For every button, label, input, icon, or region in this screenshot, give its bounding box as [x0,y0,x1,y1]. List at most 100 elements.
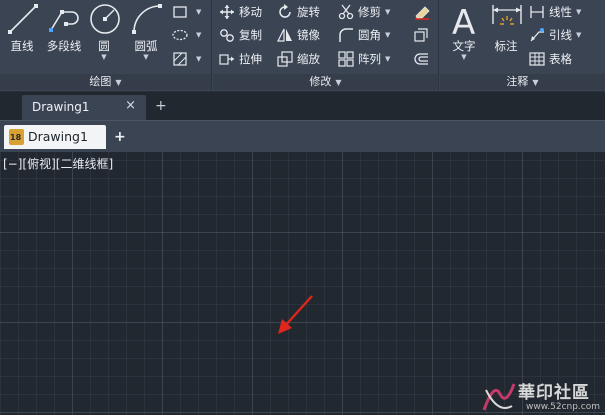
circle-icon [90,4,120,34]
rotate-button[interactable]: 旋转 [277,1,320,23]
polyline-icon [49,10,79,32]
ellipse-button[interactable]: ▼ [172,24,201,46]
linear-dimension-button[interactable]: 线性 ▼ [529,1,581,23]
rectangle-icon [172,4,188,20]
draw-panel: 直线 多段线 圆 ▼ 圆弧 ▼ ▼ ▼ ▼ 绘图 ▼ [0,0,212,92]
move-label: 移动 [239,5,262,19]
move-button[interactable]: 移动 [219,1,262,23]
doc-tab-drawing1[interactable]: Drawing1 [4,125,106,149]
dimension-label: 标注 [494,39,518,53]
copy-label: 复制 [239,28,262,42]
eraser-icon [413,4,430,20]
table-button[interactable]: 表格 [529,48,572,70]
array-dropdown-icon[interactable]: ▼ [385,55,390,63]
fillet-label: 圆角 [358,28,381,42]
autocad-app-icon [9,129,24,145]
stretch-icon [219,51,235,67]
ellipse-dropdown-icon[interactable]: ▼ [196,31,201,39]
annotation-panel-title-text: 注释 [506,75,529,88]
draw-panel-title[interactable]: 绘图 ▼ [0,74,211,90]
text-dropdown-icon[interactable]: ▼ [444,53,484,61]
hatch-icon [172,51,188,67]
annotation-panel: A 文字 ▼ 标注 线性 ▼ 引线 ▼ 表格 注释 ▼ [440,0,605,92]
line-icon [8,4,38,34]
arc-label: 圆弧 [134,39,158,53]
trim-label: 修剪 [358,5,381,19]
array-button[interactable]: 阵列 ▼ [338,48,390,70]
arc-dropdown-icon[interactable]: ▼ [126,53,166,61]
mirror-label: 镜像 [297,28,320,42]
hatch-dropdown-icon[interactable]: ▼ [196,55,201,63]
file-tab-label: Drawing1 [32,100,90,114]
mirror-button[interactable]: 镜像 [277,24,320,46]
line-button[interactable]: 直线 [2,0,42,60]
explode-icon [413,27,429,43]
offset-icon [413,51,429,67]
linear-label: 线性 [549,5,572,19]
trim-dropdown-icon[interactable]: ▼ [385,8,390,16]
move-icon [219,4,235,20]
dimension-icon [492,5,522,25]
ribbon: 直线 多段线 圆 ▼ 圆弧 ▼ ▼ ▼ ▼ 绘图 ▼ 移动 旋转 修剪 ▼ 复制… [0,0,605,92]
stretch-button[interactable]: 拉伸 [219,48,262,70]
drawing-canvas[interactable] [0,152,605,415]
copy-button[interactable]: 复制 [219,24,262,46]
arc-button[interactable]: 圆弧 ▼ [126,0,166,61]
dimension-button[interactable]: 标注 [486,0,526,60]
ellipse-icon [172,27,188,43]
modify-panel-caret-icon: ▼ [335,78,342,87]
leader-icon [529,27,545,43]
rotate-icon [277,4,293,20]
fillet-dropdown-icon[interactable]: ▼ [385,31,390,39]
watermark-text: 華印社區 [518,383,590,403]
copy-icon [219,27,235,43]
table-label: 表格 [549,52,572,66]
mirror-icon [277,27,293,43]
linear-dropdown-icon[interactable]: ▼ [576,8,581,16]
watermark-logo-icon [482,383,516,411]
linear-dimension-icon [529,4,545,20]
doc-tab-label: Drawing1 [28,129,88,144]
watermark: 華印社區 www.52cnp.com [478,378,605,415]
hatch-button[interactable]: ▼ [172,48,201,70]
explode-button[interactable] [413,24,433,46]
leader-button[interactable]: 引线 ▼ [529,24,581,46]
scale-label: 缩放 [297,52,320,66]
new-tab-plus-icon[interactable]: + [155,98,167,114]
close-icon[interactable]: × [125,98,136,113]
stretch-label: 拉伸 [239,52,262,66]
fillet-button[interactable]: 圆角 ▼ [338,24,390,46]
modify-panel: 移动 旋转 修剪 ▼ 复制 镜像 圆角 ▼ 拉伸 缩放 阵列 ▼ 修改 ▼ [213,0,439,92]
annotation-panel-title[interactable]: 注释 ▼ [440,74,605,90]
draw-panel-caret-icon: ▼ [115,78,122,87]
table-icon [529,51,545,67]
array-icon [338,51,354,67]
svg-text:A: A [452,3,475,38]
modify-panel-title[interactable]: 修改 ▼ [213,74,438,90]
offset-button[interactable] [413,48,433,70]
file-tab-drawing1[interactable]: Drawing1 × [22,95,146,120]
circle-button[interactable]: 圆 ▼ [84,0,124,61]
array-label: 阵列 [358,52,381,66]
file-tab-bar: Drawing1 × [0,93,605,120]
scissors-icon [338,4,354,20]
erase-button[interactable] [413,1,433,23]
scale-button[interactable]: 缩放 [277,48,320,70]
rectangle-dropdown-icon[interactable]: ▼ [196,8,201,16]
modify-panel-title-text: 修改 [309,75,332,88]
scale-icon [277,51,293,67]
fillet-icon [338,27,354,43]
new-drawing-plus-icon[interactable]: + [114,129,126,145]
leader-label: 引线 [549,28,572,42]
arc-icon [132,4,162,34]
rotate-label: 旋转 [297,5,320,19]
circle-dropdown-icon[interactable]: ▼ [84,53,124,61]
annotation-panel-caret-icon: ▼ [532,78,539,87]
rectangle-button[interactable]: ▼ [172,1,201,23]
trim-button[interactable]: 修剪 ▼ [338,1,390,23]
text-icon: A [452,3,475,38]
text-button[interactable]: A 文字 ▼ [444,0,484,61]
document-tab-bar: Drawing1 [0,120,605,152]
leader-dropdown-icon[interactable]: ▼ [576,31,581,39]
viewport-controls-label[interactable]: [−][俯视][二维线框] [3,155,113,172]
